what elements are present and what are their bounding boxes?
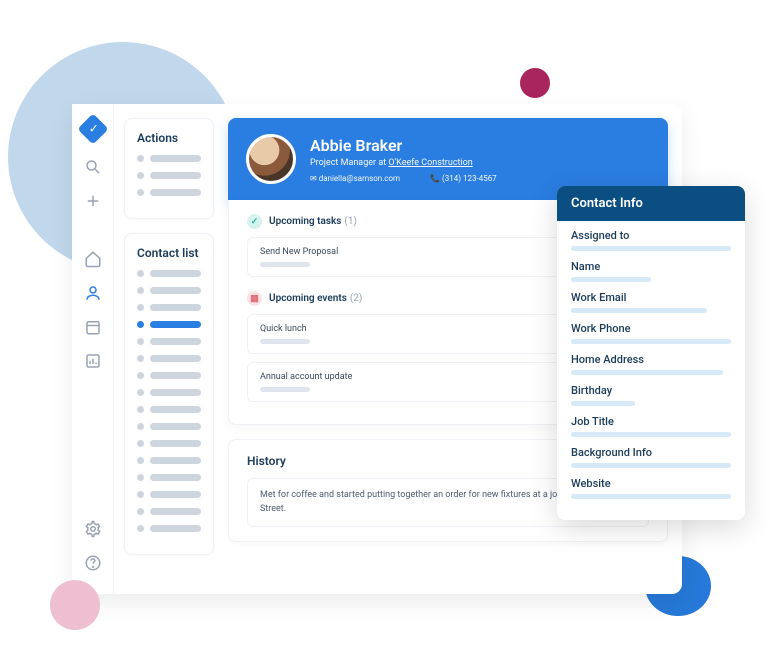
avatar[interactable] (246, 134, 296, 184)
contact-list-panel: Contact list (124, 233, 214, 555)
contact-list-title: Contact list (137, 246, 201, 260)
list-item[interactable] (137, 155, 201, 162)
app-logo-icon[interactable] (77, 113, 108, 144)
list-item[interactable] (137, 372, 201, 379)
company-link[interactable]: O'Keefe Construction (388, 158, 472, 168)
field-assigned-to[interactable]: Assigned to (571, 229, 731, 251)
list-item[interactable] (137, 304, 201, 311)
actions-title: Actions (137, 131, 201, 145)
field-birthday[interactable]: Birthday (571, 384, 731, 406)
list-item[interactable] (137, 491, 201, 498)
field-work-email[interactable]: Work Email (571, 291, 731, 313)
list-item[interactable] (137, 457, 201, 464)
contacts-icon[interactable] (84, 284, 102, 302)
list-item[interactable] (137, 508, 201, 515)
calendar-icon[interactable] (84, 318, 102, 336)
field-name[interactable]: Name (571, 260, 731, 282)
settings-icon[interactable] (84, 520, 102, 538)
search-icon[interactable] (84, 158, 102, 176)
contact-role: Project Manager at O'Keefe Construction (310, 158, 525, 168)
reports-icon[interactable] (84, 352, 102, 370)
list-item[interactable] (137, 406, 201, 413)
field-home-address[interactable]: Home Address (571, 353, 731, 375)
help-icon[interactable] (84, 554, 102, 572)
list-item[interactable] (137, 189, 201, 196)
list-item[interactable] (137, 270, 201, 277)
field-website[interactable]: Website (571, 477, 731, 499)
phone-value[interactable]: 📞 (314) 123-4567 (430, 174, 511, 183)
home-icon[interactable] (84, 250, 102, 268)
list-item[interactable] (137, 525, 201, 532)
contact-info-popup: Contact Info Assigned to Name Work Email… (557, 186, 745, 520)
contact-name: Abbie Braker (310, 136, 525, 155)
field-background[interactable]: Background Info (571, 446, 731, 468)
list-item[interactable] (137, 423, 201, 430)
actions-panel: Actions (124, 118, 214, 219)
email-value[interactable]: ✉ daniella@samson.com (310, 174, 414, 183)
nav-sidebar (72, 104, 114, 594)
list-item[interactable] (137, 172, 201, 179)
list-item[interactable] (137, 440, 201, 447)
tasks-icon: ✓ (247, 214, 262, 229)
events-icon: ▦ (247, 291, 262, 306)
list-item[interactable] (137, 474, 201, 481)
list-item[interactable] (137, 321, 201, 328)
list-item[interactable] (137, 287, 201, 294)
field-work-phone[interactable]: Work Phone (571, 322, 731, 344)
field-job-title[interactable]: Job Title (571, 415, 731, 437)
info-card-title: Contact Info (557, 186, 745, 221)
add-icon[interactable] (84, 192, 102, 210)
list-item[interactable] (137, 389, 201, 396)
list-item[interactable] (137, 338, 201, 345)
list-item[interactable] (137, 355, 201, 362)
